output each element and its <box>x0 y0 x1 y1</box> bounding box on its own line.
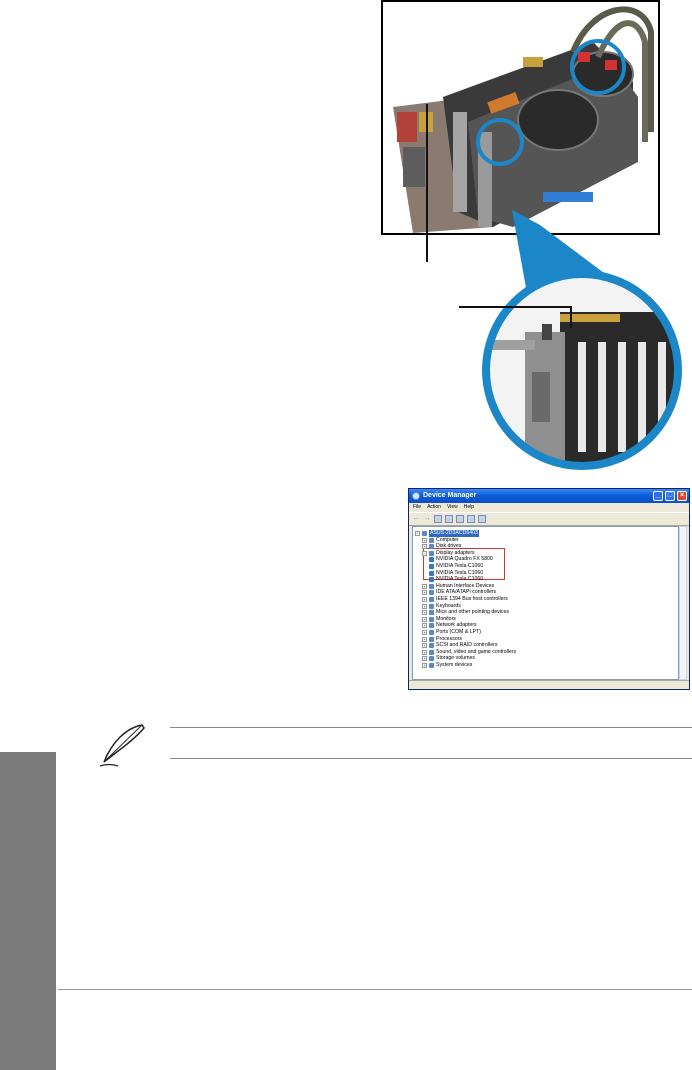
expand-icon[interactable]: + <box>422 663 427 668</box>
device-tree: − ASUS-2D3ACD6403 + Computer + Disk drives − Di… <box>412 526 679 680</box>
expand-icon[interactable]: + <box>422 597 427 602</box>
zoomed-bracket-view <box>470 262 692 472</box>
tree-category[interactable]: + System devices <box>422 662 472 669</box>
forward-arrow-icon[interactable]: → <box>423 515 431 523</box>
status-bar <box>409 680 689 689</box>
display-adapter-icon <box>429 577 434 583</box>
collapse-icon[interactable]: − <box>422 550 427 556</box>
display-adapter-icon <box>429 570 434 576</box>
vertical-scrollbar[interactable] <box>679 526 687 680</box>
device-manager-icon <box>412 492 420 500</box>
expand-icon[interactable]: + <box>422 643 427 649</box>
minimize-button[interactable]: _ <box>653 491 663 501</box>
note-divider <box>170 758 692 759</box>
maximize-button[interactable]: □ <box>665 491 675 501</box>
leader-line <box>426 104 428 262</box>
menu-action[interactable]: Action <box>427 503 441 512</box>
chapter-side-tab <box>0 752 56 1070</box>
toolbar: ← → <box>409 512 689 526</box>
device-category-icon <box>429 630 434 635</box>
expand-icon[interactable]: + <box>422 544 427 550</box>
device-category-icon <box>429 649 434 655</box>
expand-icon[interactable]: + <box>422 630 427 635</box>
leader-line <box>459 306 572 308</box>
expand-icon[interactable]: + <box>422 623 427 629</box>
scan-hardware-icon[interactable] <box>467 515 475 523</box>
expand-icon[interactable]: + <box>422 537 427 543</box>
device-manager-window: Device Manager _ □ × File Action View He… <box>408 488 690 690</box>
window-titlebar[interactable]: Device Manager _ □ × <box>409 489 689 503</box>
display-adapter-icon <box>429 557 434 563</box>
device-category-icon <box>422 531 427 536</box>
device-category-icon <box>429 636 434 642</box>
note-divider <box>170 727 692 728</box>
device-category-icon <box>429 550 434 556</box>
note-pen-icon <box>99 724 145 767</box>
device-category-icon <box>429 656 434 662</box>
print-icon[interactable] <box>445 515 453 523</box>
device-category-icon <box>429 610 434 616</box>
device-category-icon <box>429 663 434 668</box>
device-category-icon <box>429 583 434 589</box>
device-category-icon <box>429 616 434 622</box>
menu-help[interactable]: Help <box>464 503 474 512</box>
device-category-icon <box>429 590 434 596</box>
window-title: Device Manager <box>423 492 477 499</box>
expand-icon[interactable]: + <box>422 610 427 616</box>
leader-line <box>570 306 572 328</box>
expand-icon[interactable]: + <box>422 616 427 622</box>
device-category-icon <box>429 537 434 543</box>
close-button[interactable]: × <box>677 491 687 501</box>
expand-icon[interactable]: + <box>422 583 427 589</box>
update-driver-icon[interactable] <box>478 515 486 523</box>
back-arrow-icon[interactable]: ← <box>412 515 420 523</box>
device-category-icon <box>429 597 434 602</box>
device-category-icon <box>429 643 434 649</box>
expand-icon[interactable]: + <box>422 656 427 662</box>
expand-icon[interactable]: + <box>422 649 427 655</box>
expand-icon[interactable]: + <box>422 636 427 642</box>
display-adapter-icon <box>429 564 434 569</box>
device-category-icon <box>429 603 434 609</box>
menu-file[interactable]: File <box>413 503 421 512</box>
expand-icon[interactable]: + <box>422 603 427 609</box>
device-category-icon <box>429 623 434 629</box>
menu-bar: File Action View Help <box>409 503 689 512</box>
device-category-icon <box>429 544 434 550</box>
help-icon[interactable] <box>456 515 464 523</box>
menu-view[interactable]: View <box>447 503 458 512</box>
tree-item-label: System devices <box>436 662 473 668</box>
collapse-icon[interactable]: − <box>415 531 420 536</box>
expand-icon[interactable]: + <box>422 590 427 596</box>
properties-icon[interactable] <box>434 515 442 523</box>
